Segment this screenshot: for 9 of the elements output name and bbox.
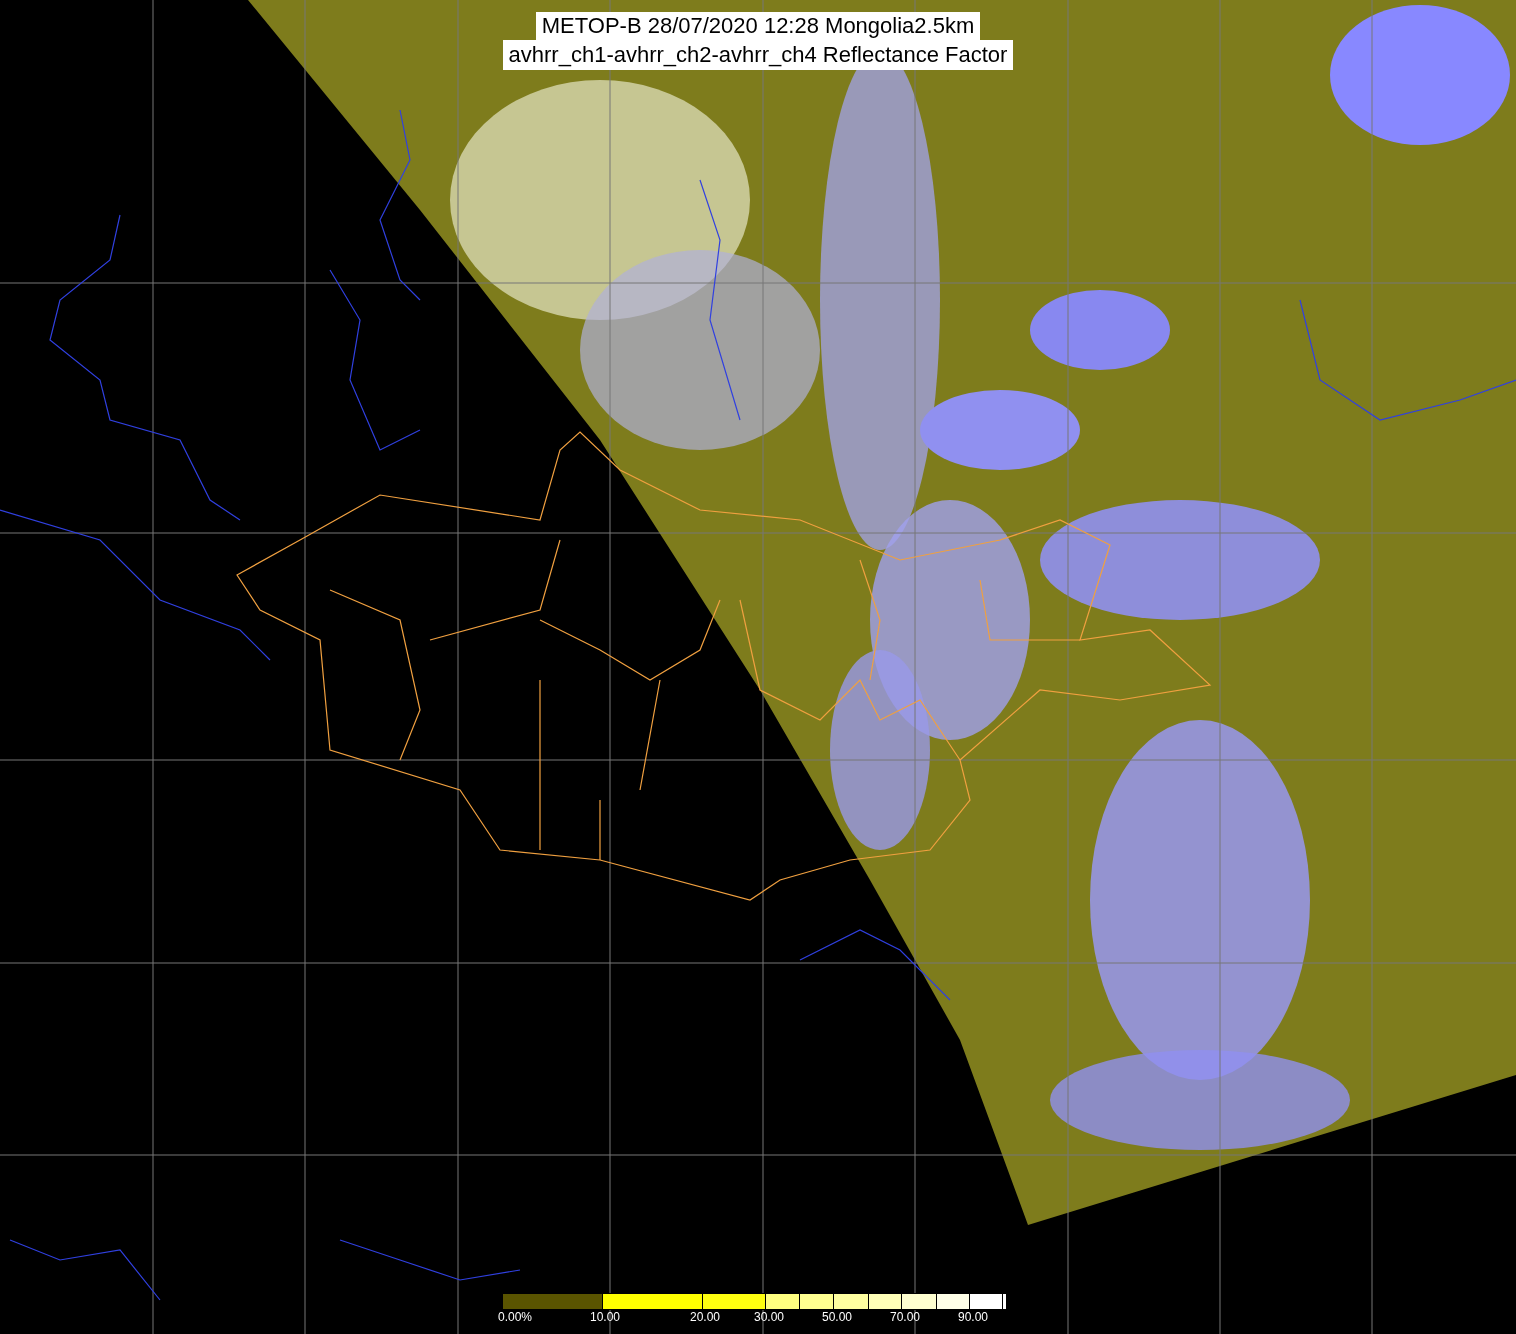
scale-label: 10.00 xyxy=(590,1310,621,1324)
image-title: METOP-B 28/07/2020 12:28 Mongolia2.5km xyxy=(535,12,981,40)
scale-label: 30.00 xyxy=(754,1310,785,1324)
scale-label: 70.00 xyxy=(890,1310,921,1324)
scale-label: 20.00 xyxy=(690,1310,721,1324)
scale-label: 90.00 xyxy=(958,1310,989,1324)
image-subtitle: avhrr_ch1-avhrr_ch2-avhrr_ch4 Reflectance Factor xyxy=(502,40,1014,70)
scale-label: 50.00 xyxy=(822,1310,853,1324)
scale-label: 0.00% xyxy=(498,1310,533,1324)
